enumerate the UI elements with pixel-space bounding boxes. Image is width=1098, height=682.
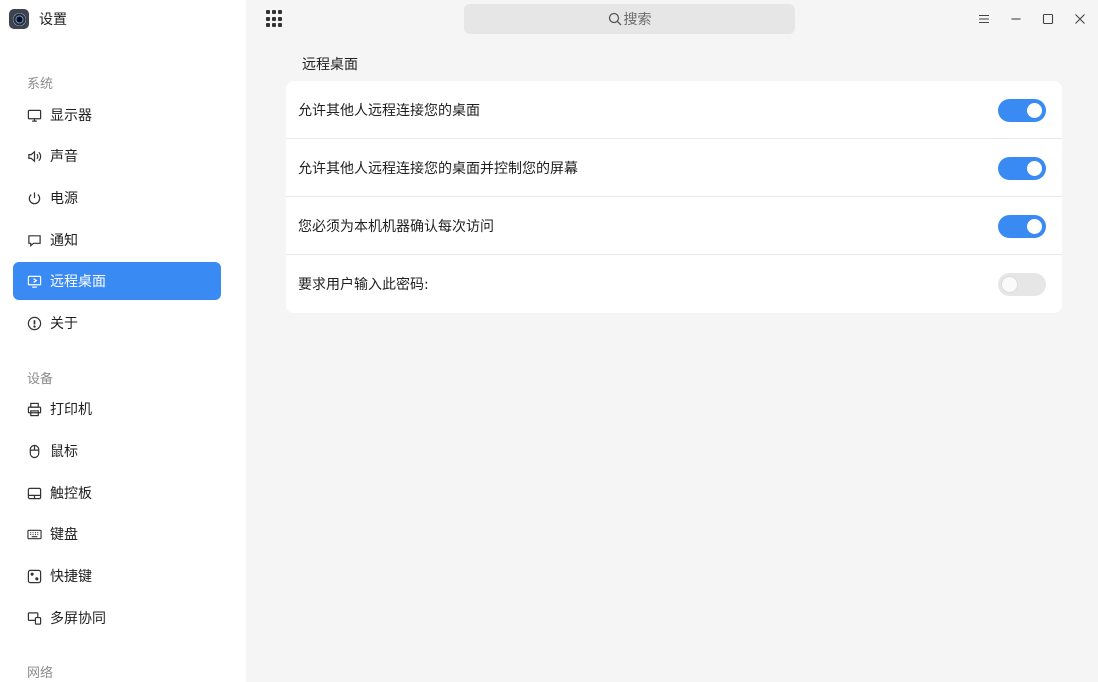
maximize-icon	[1042, 13, 1054, 25]
sidebar-item-label: 通知	[50, 233, 78, 249]
setting-label: 允许其他人远程连接您的桌面并控制您的屏幕	[298, 160, 578, 177]
sidebar-item-remote-desktop[interactable]: 远程桌面	[13, 262, 221, 300]
minimize-icon	[1011, 18, 1021, 20]
setting-row-confirm-access: 您必须为本机机器确认每次访问	[286, 197, 1062, 255]
sidebar-item-label: 触控板	[50, 486, 92, 502]
setting-label: 允许其他人远程连接您的桌面	[298, 102, 480, 119]
sidebar-item-shortcuts[interactable]: 快捷键	[13, 557, 221, 595]
page-title: 远程桌面	[302, 57, 358, 73]
info-icon	[26, 315, 42, 331]
sidebar-item-mouse[interactable]: 鼠标	[13, 432, 221, 470]
printer-icon	[26, 401, 42, 417]
setting-label: 要求用户输入此密码:	[298, 277, 429, 293]
settings-app-icon	[9, 9, 29, 29]
search-placeholder: 搜索	[623, 12, 652, 28]
menu-button[interactable]	[976, 11, 992, 27]
setting-label: 您必须为本机机器确认每次访问	[298, 218, 494, 235]
section-title-network: 网络	[27, 666, 54, 681]
search-icon	[608, 12, 621, 26]
sidebar-item-power[interactable]: 电源	[13, 179, 221, 217]
notification-icon	[26, 232, 42, 248]
section-title-system: 系统	[27, 77, 54, 92]
sidebar-item-sound[interactable]: 声音	[13, 137, 221, 175]
sidebar-item-label: 声音	[50, 149, 78, 165]
sidebar-item-keyboard[interactable]: 键盘	[13, 515, 221, 553]
sidebar-item-label: 远程桌面	[50, 274, 106, 290]
multiscreen-icon	[26, 610, 42, 626]
sidebar-item-label: 打印机	[50, 402, 92, 418]
power-icon	[26, 190, 42, 206]
remote-desktop-settings-card: 允许其他人远程连接您的桌面 允许其他人远程连接您的桌面并控制您的屏幕 您必须为本…	[286, 81, 1062, 313]
sidebar-item-multiscreen[interactable]: 多屏协同	[13, 599, 221, 637]
app-title: 设置	[39, 12, 67, 28]
setting-row-allow-control: 允许其他人远程连接您的桌面并控制您的屏幕	[286, 139, 1062, 197]
app-header: 设置	[9, 9, 67, 29]
minimize-button[interactable]	[1008, 11, 1024, 27]
close-button[interactable]	[1072, 11, 1088, 27]
touchpad-icon	[26, 485, 42, 501]
sidebar-item-notification[interactable]: 通知	[13, 221, 221, 259]
confirm-access-toggle[interactable]	[998, 215, 1046, 238]
sidebar-item-label: 多屏协同	[50, 611, 106, 627]
keyboard-icon	[26, 526, 42, 542]
remote-desktop-icon	[26, 273, 42, 289]
setting-row-require-password: 要求用户输入此密码:	[286, 255, 1062, 313]
speaker-icon	[26, 148, 42, 164]
require-password-toggle[interactable]	[998, 273, 1046, 296]
search-input[interactable]: 搜索	[464, 4, 795, 34]
allow-connect-toggle[interactable]	[998, 99, 1046, 122]
maximize-button[interactable]	[1040, 11, 1056, 27]
mouse-icon	[26, 443, 42, 459]
sidebar-item-label: 关于	[50, 316, 78, 332]
sidebar-item-label: 快捷键	[50, 569, 92, 585]
close-icon	[1075, 14, 1085, 24]
sidebar-item-about[interactable]: 关于	[13, 304, 221, 342]
sidebar-item-display[interactable]: 显示器	[13, 96, 221, 134]
section-title-devices: 设备	[27, 372, 54, 387]
menu-icon	[979, 15, 989, 23]
setting-row-allow-connect: 允许其他人远程连接您的桌面	[286, 81, 1062, 139]
shortcut-icon	[26, 568, 42, 584]
sidebar: 设置 系统 显示器 声音 电源 通知 远程桌面 关于 设备 打印机 鼠标 触控板…	[0, 0, 246, 682]
sidebar-item-label: 电源	[50, 191, 78, 207]
sidebar-item-label: 显示器	[50, 108, 92, 124]
sidebar-item-printer[interactable]: 打印机	[13, 390, 221, 428]
sidebar-item-label: 鼠标	[50, 444, 78, 460]
app-grid-button[interactable]	[266, 10, 284, 28]
sidebar-item-label: 键盘	[50, 527, 78, 543]
monitor-icon	[26, 107, 42, 123]
sidebar-item-touchpad[interactable]: 触控板	[13, 474, 221, 512]
allow-control-toggle[interactable]	[998, 157, 1046, 180]
